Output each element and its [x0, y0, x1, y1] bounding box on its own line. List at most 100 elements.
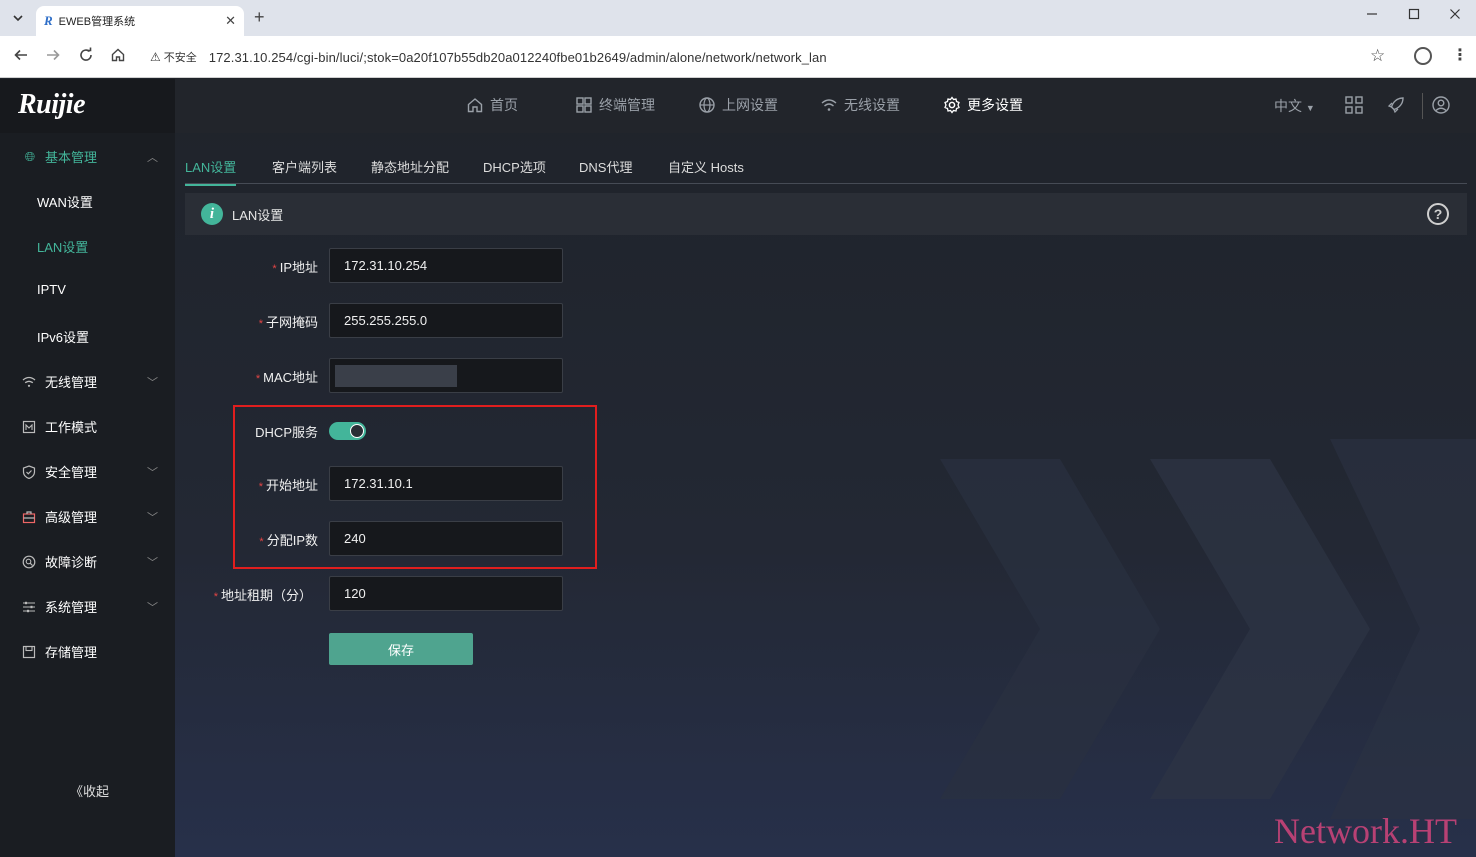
- sidebar-item-system[interactable]: 系统管理 ﹀: [22, 597, 162, 616]
- chevron-down-icon: ﹀: [147, 511, 158, 524]
- language-selector[interactable]: 中文 ▼: [1274, 96, 1315, 116]
- sidebar-item-iptv[interactable]: IPTV: [37, 282, 66, 297]
- tab-dns-proxy[interactable]: DNS代理: [579, 157, 632, 176]
- sliders-icon: [22, 600, 38, 614]
- subnet-mask-input[interactable]: [329, 303, 563, 338]
- home-icon[interactable]: [110, 47, 126, 63]
- watermark-text: Network.HT: [1274, 811, 1457, 851]
- sidebar-item-basic[interactable]: 🌐︎ 基本管理 ︿: [22, 147, 162, 166]
- tab-title: EWEB管理系统: [58, 16, 136, 28]
- sidebar-item-label: 无线管理: [45, 375, 98, 390]
- tab-custom-hosts[interactable]: 自定义 Hosts: [668, 157, 744, 176]
- nav-home[interactable]: 首页: [466, 95, 518, 115]
- lease-time-label: * 地址租期（分）: [200, 585, 312, 604]
- sidebar-item-label: 基本管理: [45, 150, 98, 165]
- subnet-mask-label: * 子网掩码: [230, 312, 318, 331]
- save-disk-icon: [22, 645, 38, 659]
- tab-dhcp-options[interactable]: DHCP选项: [483, 157, 546, 176]
- insecure-badge[interactable]: ⚠ 不安全: [150, 49, 197, 65]
- sidebar-item-label: 故障诊断: [45, 555, 98, 570]
- sidebar-item-wan[interactable]: WAN设置: [37, 192, 93, 211]
- mask-label-text: 子网掩码: [265, 315, 318, 330]
- mac-label-text: MAC地址: [263, 370, 318, 385]
- tab-close-icon[interactable]: ✕: [225, 13, 236, 29]
- sidebar-item-storage[interactable]: 存储管理: [22, 642, 162, 661]
- warning-icon: ⚠: [150, 50, 161, 64]
- sidebar-collapse-button[interactable]: 《收起: [70, 781, 109, 800]
- sidebar-item-label: 安全管理: [45, 465, 98, 480]
- close-window-icon[interactable]: [1449, 8, 1461, 20]
- back-arrow-icon[interactable]: [13, 47, 29, 63]
- save-button[interactable]: 保存: [329, 633, 473, 665]
- sidebar-item-workmode[interactable]: 工作模式: [22, 417, 162, 436]
- sidebar-item-label: 高级管理: [45, 510, 98, 525]
- dhcp-highlight-annotation: [233, 405, 597, 569]
- globe-icon: 🌐︎: [24, 148, 36, 164]
- globe-icon: [698, 96, 716, 114]
- required-mark: *: [213, 591, 218, 603]
- diagnose-icon: [22, 555, 38, 569]
- forward-arrow-icon[interactable]: [45, 47, 61, 63]
- browser-address-bar: ⚠ 不安全 172.31.10.254/cgi-bin/luci/;stok=0…: [0, 36, 1476, 78]
- nav-terminal-label: 终端管理: [599, 97, 655, 113]
- workmode-icon: [22, 420, 38, 434]
- section-title: LAN设置: [232, 207, 284, 223]
- sidebar: 🌐︎ 基本管理 ︿ WAN设置 LAN设置 IPTV IPv6设置 无线管理 ﹀…: [0, 133, 175, 857]
- user-account-icon[interactable]: [1431, 95, 1451, 115]
- ip-label-text: IP地址: [279, 260, 318, 275]
- maximize-icon[interactable]: [1408, 8, 1420, 20]
- nav-terminal[interactable]: 终端管理: [575, 95, 655, 115]
- nav-more-settings[interactable]: 更多设置: [943, 95, 1023, 115]
- ip-address-label: * IP地址: [250, 257, 318, 276]
- logo-panel: Ruijie: [0, 79, 175, 133]
- tab-search-chevron-icon[interactable]: [6, 7, 30, 29]
- sidebar-item-wireless[interactable]: 无线管理 ﹀: [22, 372, 162, 391]
- nav-home-label: 首页: [490, 97, 518, 113]
- grid-icon: [575, 96, 593, 114]
- mac-address-label: * MAC地址: [230, 367, 318, 386]
- sidebar-item-label: 系统管理: [45, 600, 98, 615]
- nav-internet[interactable]: 上网设置: [698, 95, 778, 115]
- wifi-icon: [22, 375, 38, 389]
- chevron-down-icon: ﹀: [147, 376, 158, 389]
- help-question-icon[interactable]: ?: [1427, 203, 1449, 225]
- url-text[interactable]: 172.31.10.254/cgi-bin/luci/;stok=0a20f10…: [209, 50, 827, 65]
- subtab-bar: LAN设置 客户端列表 静态地址分配 DHCP选项 DNS代理 自定义 Host…: [185, 154, 1467, 186]
- new-tab-button[interactable]: +: [254, 7, 265, 28]
- nav-wireless-label: 无线设置: [844, 97, 900, 113]
- bookmark-star-icon[interactable]: ☆: [1370, 46, 1385, 66]
- sidebar-item-ipv6[interactable]: IPv6设置: [37, 327, 89, 346]
- browser-tab[interactable]: R EWEB管理系统 ✕: [36, 6, 244, 36]
- nav-wireless[interactable]: 无线设置: [820, 95, 900, 115]
- apps-grid-icon[interactable]: [1344, 95, 1364, 115]
- rocket-icon[interactable]: [1386, 95, 1406, 115]
- tab-lan-settings[interactable]: LAN设置: [185, 157, 237, 186]
- minimize-icon[interactable]: [1366, 8, 1378, 20]
- shield-icon: [22, 464, 38, 479]
- lease-time-input[interactable]: [329, 576, 563, 611]
- ip-address-input[interactable]: [329, 248, 563, 283]
- required-mark: *: [272, 263, 277, 275]
- required-mark: *: [258, 318, 263, 330]
- sidebar-item-security[interactable]: 安全管理 ﹀: [22, 462, 162, 481]
- browser-menu-icon[interactable]: ⋮: [1452, 45, 1468, 65]
- sidebar-item-advanced[interactable]: 高级管理 ﹀: [22, 507, 162, 526]
- tab-static-address[interactable]: 静态地址分配: [371, 157, 449, 176]
- top-navigation: Ruijie 首页 终端管理 上网设置 无线设置 更多设置 中文 ▼: [0, 79, 1476, 133]
- reload-icon[interactable]: [78, 47, 94, 63]
- nav-internet-label: 上网设置: [722, 97, 778, 113]
- sidebar-item-lan[interactable]: LAN设置: [37, 237, 88, 256]
- profile-avatar-icon[interactable]: [1414, 47, 1432, 65]
- ruijie-logo: Ruijie: [18, 89, 86, 120]
- sidebar-item-diagnose[interactable]: 故障诊断 ﹀: [22, 552, 162, 571]
- required-mark: *: [255, 373, 261, 385]
- language-label: 中文: [1274, 98, 1302, 114]
- tab-client-list[interactable]: 客户端列表: [272, 157, 337, 176]
- chevron-up-icon: ︿: [147, 151, 158, 164]
- url-bar[interactable]: ⚠ 不安全 172.31.10.254/cgi-bin/luci/;stok=0…: [140, 42, 1400, 72]
- wifi-icon: [820, 96, 838, 114]
- sidebar-item-label: 存储管理: [45, 645, 98, 660]
- browser-tab-bar: R EWEB管理系统 ✕ +: [0, 0, 1476, 36]
- chevron-down-icon: ﹀: [147, 466, 158, 479]
- chevron-down-icon: ﹀: [147, 601, 158, 614]
